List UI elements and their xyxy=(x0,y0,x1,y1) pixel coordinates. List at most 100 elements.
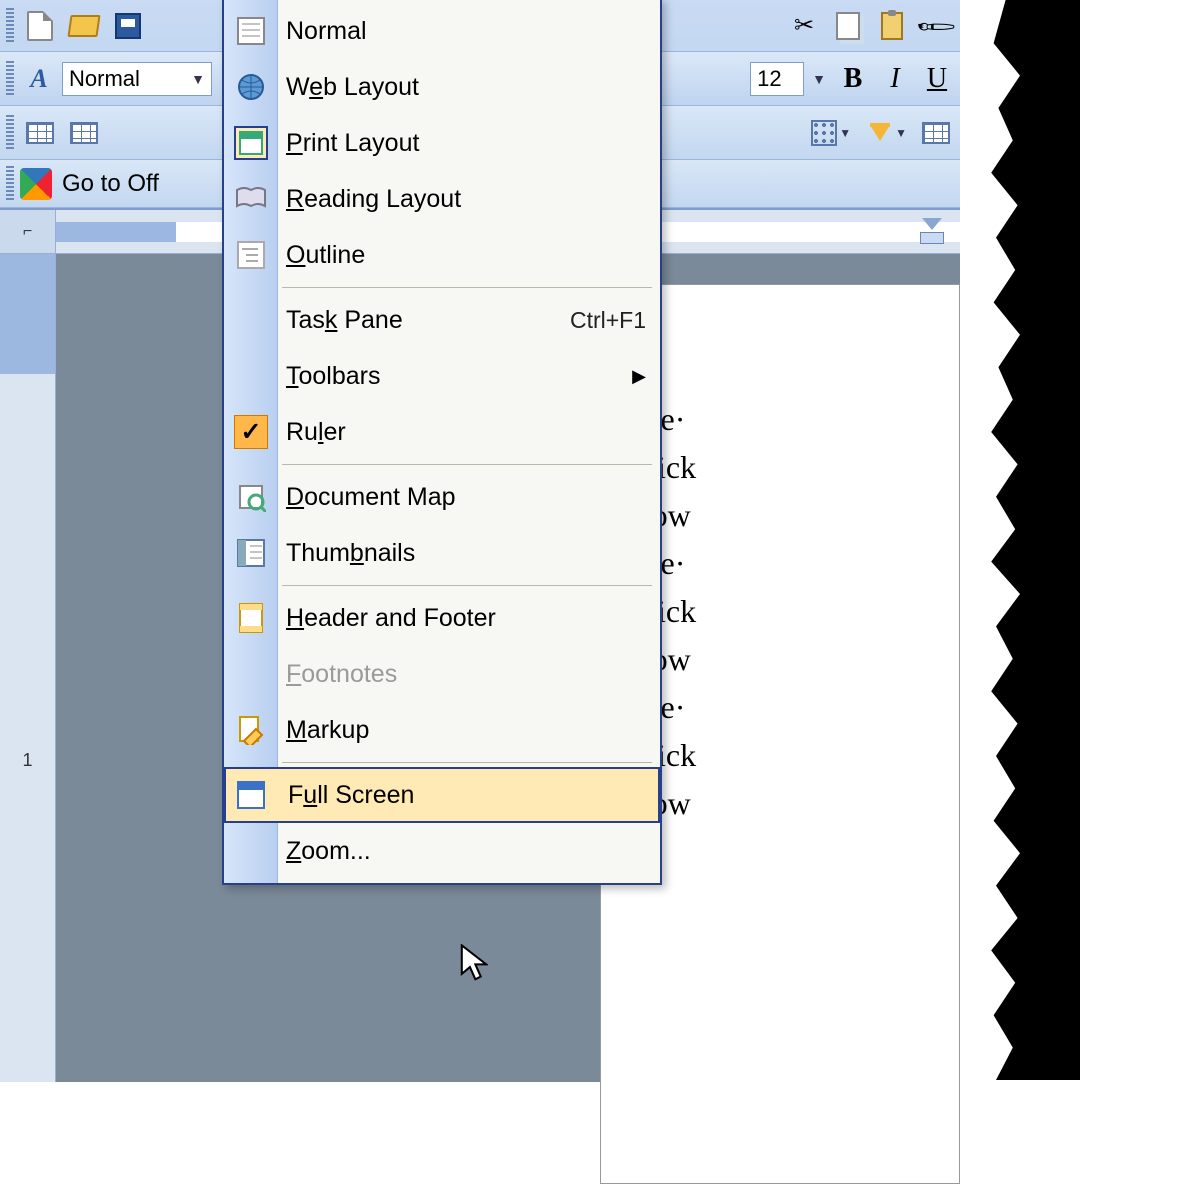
ruler-tick: 1 xyxy=(22,750,32,771)
doc-text-line: The· xyxy=(625,539,959,587)
thumbnails-icon xyxy=(234,536,268,570)
checked-icon: ✓ xyxy=(234,415,268,449)
doc-text-line: quick xyxy=(625,443,959,491)
menu-separator xyxy=(282,464,652,465)
tab-selector[interactable]: ⌐ xyxy=(0,210,55,254)
font-size-dropdown[interactable]: 12 xyxy=(750,62,804,96)
print-layout-icon xyxy=(234,126,268,160)
outline-view-icon xyxy=(234,238,268,272)
save-button[interactable] xyxy=(108,7,148,45)
toolbar-grip[interactable] xyxy=(6,115,14,151)
office-logo-icon xyxy=(20,168,52,200)
menu-label: Full Screen xyxy=(288,781,414,810)
menu-label: Ruler xyxy=(286,418,346,447)
styles-icon: A xyxy=(30,64,47,94)
brush-icon: 🖌 xyxy=(915,4,957,46)
menu-item-header-footer[interactable]: Header and Footer xyxy=(224,590,660,646)
full-screen-icon xyxy=(234,778,268,812)
scissors-icon: ✂ xyxy=(789,11,819,41)
menu-item-print-layout[interactable]: Print Layout xyxy=(224,115,660,171)
menu-item-ruler[interactable]: ✓ Ruler xyxy=(224,404,660,460)
menu-label: Thumbnails xyxy=(286,539,415,568)
menu-separator xyxy=(282,287,652,288)
menu-item-task-pane[interactable]: Task Pane Ctrl+F1 xyxy=(224,292,660,348)
menu-item-toolbars[interactable]: Toolbars ▶ xyxy=(224,348,660,404)
toolbar-grip[interactable] xyxy=(6,61,14,97)
bold-button[interactable]: B xyxy=(834,60,872,98)
menu-item-footnotes: Footnotes xyxy=(224,646,660,702)
open-folder-icon xyxy=(67,15,100,37)
italic-button[interactable]: I xyxy=(876,60,914,98)
draw-table-button[interactable] xyxy=(20,114,60,152)
first-line-indent-marker[interactable] xyxy=(922,218,942,230)
menu-item-outline[interactable]: Outline xyxy=(224,227,660,283)
doc-text-line: quick xyxy=(625,731,959,779)
menu-label: Toolbars xyxy=(286,362,381,391)
doc-text-line: quick xyxy=(625,587,959,635)
doc-text-line: The· xyxy=(625,683,959,731)
menu-item-document-map[interactable]: Document Map xyxy=(224,469,660,525)
menu-label: Outline xyxy=(286,241,365,270)
torn-edge-decoration xyxy=(960,0,1080,1080)
table-icon xyxy=(922,122,950,144)
borders-icon xyxy=(811,120,837,146)
menu-separator xyxy=(282,762,652,763)
style-value: Normal xyxy=(69,66,140,92)
menu-item-zoom[interactable]: Zoom... xyxy=(224,823,660,879)
submenu-arrow-icon: ▶ xyxy=(632,366,646,387)
menu-label: Footnotes xyxy=(286,660,397,689)
menu-item-markup[interactable]: Markup xyxy=(224,702,660,758)
open-button[interactable] xyxy=(64,7,104,45)
format-painter-button[interactable]: 🖌 xyxy=(916,7,956,45)
cut-button[interactable]: ✂ xyxy=(784,7,824,45)
insert-table-button[interactable] xyxy=(64,114,104,152)
save-disk-icon xyxy=(115,13,141,39)
doc-text-line: The· xyxy=(625,395,959,443)
menu-label: Document Map xyxy=(286,483,456,512)
doc-text-line: brow xyxy=(625,491,959,539)
menu-separator xyxy=(282,585,652,586)
copy-icon xyxy=(836,12,860,40)
menu-label: Print Layout xyxy=(286,129,419,158)
shading-color-button[interactable]: ▼ xyxy=(860,114,912,152)
table-tool-button[interactable] xyxy=(916,114,956,152)
menu-label: Markup xyxy=(286,716,369,745)
doc-text-line: brow xyxy=(625,635,959,683)
menu-item-full-screen[interactable]: Full Screen xyxy=(224,767,660,823)
menu-item-normal[interactable]: Normal xyxy=(224,3,660,59)
header-footer-icon xyxy=(234,601,268,635)
menu-label: Reading Layout xyxy=(286,185,461,214)
table-icon xyxy=(26,122,54,144)
new-doc-button[interactable] xyxy=(20,7,60,45)
styles-button[interactable]: A xyxy=(20,60,58,98)
style-dropdown[interactable]: Normal ▼ xyxy=(62,62,212,96)
chevron-down-icon[interactable]: ▼ xyxy=(808,71,830,87)
borders-button[interactable]: ▼ xyxy=(804,114,856,152)
underline-button[interactable]: U xyxy=(918,60,956,98)
toolbar-grip[interactable] xyxy=(6,8,14,44)
go-to-office-link[interactable]: Go to Off xyxy=(56,170,159,198)
toolbar-grip[interactable] xyxy=(6,166,14,202)
document-map-icon xyxy=(234,480,268,514)
paste-button[interactable] xyxy=(872,7,912,45)
font-size-value: 12 xyxy=(757,66,781,92)
paint-bucket-icon xyxy=(870,125,890,141)
menu-item-web-layout[interactable]: Web Layout xyxy=(224,59,660,115)
ruler-margin-area xyxy=(0,254,55,374)
menu-label: Zoom... xyxy=(286,837,371,866)
menu-label: Web Layout xyxy=(286,73,419,102)
view-menu: Normal Web Layout Print Layout Reading L… xyxy=(222,0,662,885)
normal-view-icon xyxy=(234,14,268,48)
table-grid-icon xyxy=(70,122,98,144)
menu-label: Task Pane xyxy=(286,306,403,335)
paste-icon xyxy=(881,12,903,40)
hanging-indent-marker[interactable] xyxy=(920,232,944,244)
web-layout-icon xyxy=(234,70,268,104)
menu-item-thumbnails[interactable]: Thumbnails xyxy=(224,525,660,581)
copy-button[interactable] xyxy=(828,7,868,45)
menu-item-reading-layout[interactable]: Reading Layout xyxy=(224,171,660,227)
reading-layout-icon xyxy=(234,182,268,216)
menu-label: Normal xyxy=(286,17,367,46)
vertical-ruler[interactable]: ⌐ 1 xyxy=(0,210,56,1082)
chevron-down-icon: ▼ xyxy=(191,71,205,87)
